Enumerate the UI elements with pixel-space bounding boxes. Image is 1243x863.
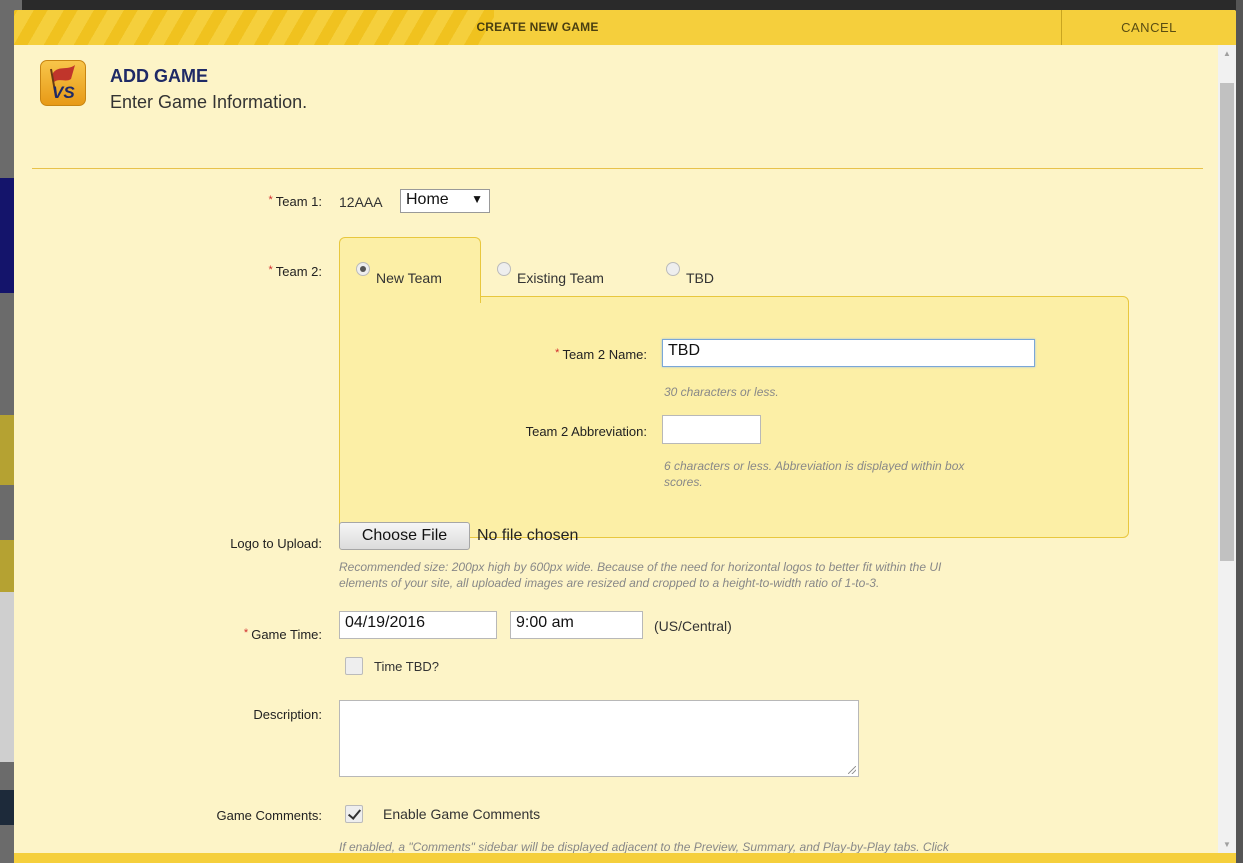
time-tbd-label[interactable]: Time TBD? bbox=[374, 659, 439, 674]
game-comments-label: Game Comments: bbox=[216, 808, 322, 823]
scroll-down-icon[interactable]: ▼ bbox=[1218, 836, 1236, 853]
team1-label: * Team 1: bbox=[268, 194, 322, 209]
team2-label: * Team 2: bbox=[268, 264, 322, 279]
game-time-input[interactable]: 9:00 am bbox=[510, 611, 643, 639]
enable-comments-label[interactable]: Enable Game Comments bbox=[383, 806, 540, 822]
logo-label: Logo to Upload: bbox=[230, 536, 322, 551]
create-game-modal: CREATE NEW GAME CANCEL VS ADD GAME Enter… bbox=[14, 10, 1236, 863]
game-date-input[interactable]: 04/19/2016 bbox=[339, 611, 497, 639]
caret-down-icon: ▼ bbox=[471, 192, 483, 206]
description-textarea[interactable] bbox=[339, 700, 859, 777]
scroll-up-icon[interactable]: ▲ bbox=[1218, 45, 1236, 62]
tbd-radio[interactable] bbox=[666, 262, 680, 276]
existing-team-radio[interactable] bbox=[497, 262, 511, 276]
panel-tab-join bbox=[340, 294, 480, 298]
modal-scrollbar[interactable]: ▲ ▼ bbox=[1218, 45, 1236, 853]
team2-name-input[interactable]: TBD bbox=[662, 339, 1035, 367]
header-divider bbox=[32, 168, 1203, 169]
timezone-label: (US/Central) bbox=[654, 618, 732, 634]
time-tbd-checkbox[interactable] bbox=[345, 657, 363, 675]
team2-abbr-help: 6 characters or less. Abbreviation is di… bbox=[664, 459, 965, 489]
existing-team-radio-label[interactable]: Existing Team bbox=[517, 270, 604, 286]
versus-app-icon: VS bbox=[40, 60, 86, 106]
page-subtitle: Enter Game Information. bbox=[110, 92, 308, 112]
home-away-value: Home bbox=[406, 191, 449, 208]
resize-grip-icon[interactable] bbox=[848, 766, 856, 774]
new-team-radio-label[interactable]: New Team bbox=[376, 270, 442, 286]
comments-help: If enabled, a "Comments" sidebar will be… bbox=[339, 840, 949, 853]
modal-title: CREATE NEW GAME bbox=[476, 20, 599, 34]
tbd-radio-label[interactable]: TBD bbox=[686, 270, 714, 286]
game-time-label: * Game Time: bbox=[243, 627, 322, 642]
team2-abbr-input[interactable] bbox=[662, 415, 761, 444]
team2-name-help: 30 characters or less. bbox=[664, 385, 779, 399]
description-label: Description: bbox=[253, 707, 322, 722]
new-team-radio[interactable] bbox=[356, 262, 370, 276]
home-away-select[interactable]: Home ▼ bbox=[400, 189, 490, 213]
file-status: No file chosen bbox=[477, 527, 579, 544]
modal-titlebar: CREATE NEW GAME CANCEL bbox=[14, 10, 1236, 45]
team2-abbr-label: Team 2 Abbreviation: bbox=[525, 424, 647, 439]
team2-name-label: * Team 2 Name: bbox=[555, 347, 647, 362]
choose-file-button[interactable]: Choose File bbox=[339, 522, 470, 550]
cancel-button[interactable]: CANCEL bbox=[1061, 10, 1236, 45]
team1-value: 12AAA bbox=[339, 194, 383, 210]
logo-help: Recommended size: 200px high by 600px wi… bbox=[339, 560, 942, 590]
enable-comments-checkbox[interactable] bbox=[345, 805, 363, 823]
modal-bottom-bar bbox=[14, 853, 1236, 863]
modal-content: VS ADD GAME Enter Game Information. * Tea… bbox=[14, 45, 1218, 853]
icon-vs-text: VS bbox=[52, 83, 75, 102]
background-page-right bbox=[1236, 0, 1243, 863]
scrollbar-thumb[interactable] bbox=[1220, 83, 1234, 561]
page-title: ADD GAME bbox=[110, 66, 208, 86]
